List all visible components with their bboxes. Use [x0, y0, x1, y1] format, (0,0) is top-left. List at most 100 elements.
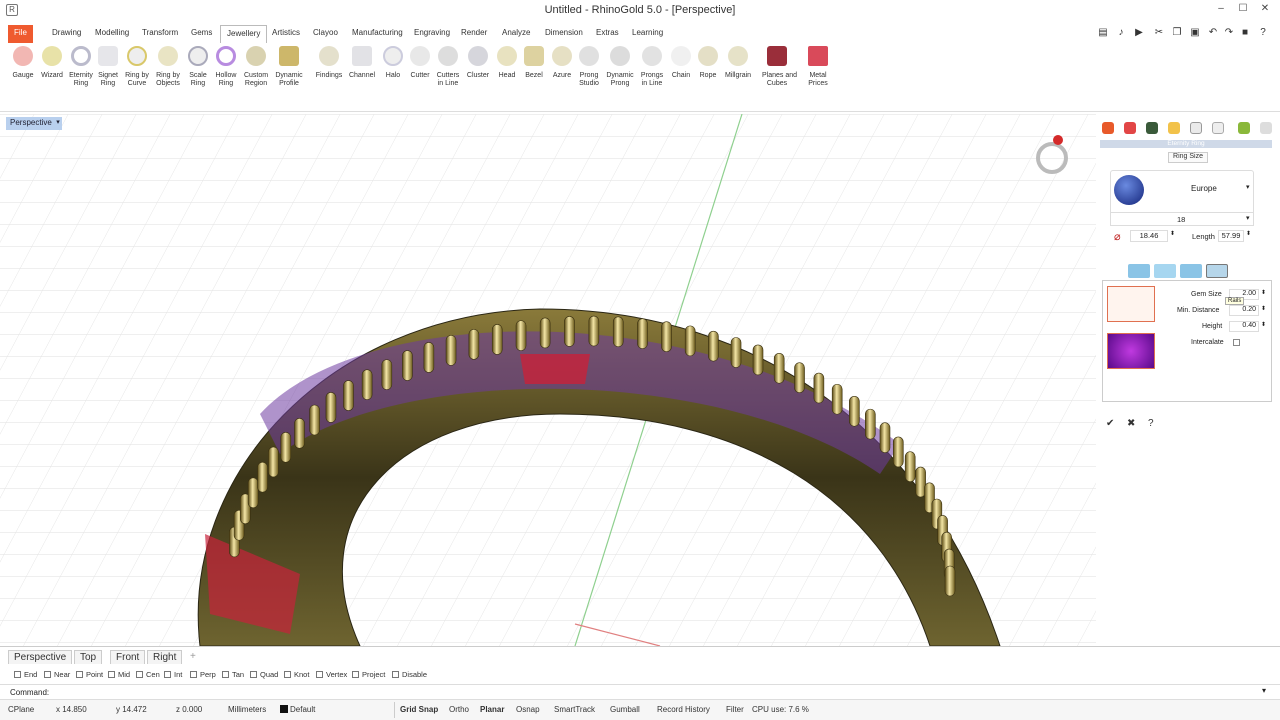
tab-channel-icon[interactable]: [1180, 264, 1202, 278]
osnap-quad[interactable]: Quad: [250, 670, 278, 679]
gem-size-spinner[interactable]: ⬍: [1261, 289, 1266, 296]
rope-button[interactable]: Rope: [693, 46, 723, 94]
height-spinner[interactable]: ⬍: [1261, 321, 1266, 328]
tab-front[interactable]: Front: [110, 650, 146, 664]
cut-icon[interactable]: ✂: [1152, 26, 1166, 40]
osnap-mid[interactable]: Mid: [108, 670, 130, 679]
osnap-end[interactable]: End: [14, 670, 37, 679]
gem-preview-icon[interactable]: [1107, 333, 1155, 369]
chain-button[interactable]: Chain: [666, 46, 696, 94]
osnap-int[interactable]: Int: [164, 670, 182, 679]
tab-learning[interactable]: Learning: [626, 25, 669, 43]
tab-clayoo[interactable]: Clayoo: [307, 25, 344, 43]
dynamic-prong-button[interactable]: Dynamic Prong: [605, 46, 635, 94]
prongs-in-line-button[interactable]: Prongs in Line: [637, 46, 667, 94]
question-icon[interactable]: ?: [1148, 418, 1154, 429]
halo-button[interactable]: Halo: [378, 46, 408, 94]
min-distance-input[interactable]: 0.20: [1229, 305, 1259, 316]
tab-baguette-icon[interactable]: [1154, 264, 1176, 278]
length-spinner[interactable]: ⬍: [1246, 230, 1251, 237]
redo-icon[interactable]: ↷: [1222, 26, 1236, 40]
osnap-project[interactable]: Project: [352, 670, 385, 679]
history-icon[interactable]: [1238, 122, 1250, 134]
tab-file[interactable]: File: [8, 25, 33, 43]
osnap-tan[interactable]: Tan: [222, 670, 244, 679]
tab-artistics[interactable]: Artistics: [266, 25, 306, 43]
custom-region-button[interactable]: Custom Region: [241, 46, 271, 94]
prong-studio-button[interactable]: Prong Studio: [574, 46, 604, 94]
tab-round-gem-icon[interactable]: [1128, 264, 1150, 278]
help-panel-icon[interactable]: [1190, 122, 1202, 134]
rails-preview-icon[interactable]: [1107, 286, 1155, 322]
signet-ring-button[interactable]: Signet Ring: [93, 46, 123, 94]
planar-toggle[interactable]: Planar: [480, 705, 504, 714]
ring-by-curve-button[interactable]: Ring by Curve: [122, 46, 152, 94]
tab-dimension[interactable]: Dimension: [539, 25, 589, 43]
osnap-toggle[interactable]: Osnap: [516, 705, 540, 714]
findings-button[interactable]: Findings: [314, 46, 344, 94]
osnap-knot[interactable]: Knot: [284, 670, 309, 679]
minimize-button[interactable]: –: [1214, 2, 1228, 16]
tab-render[interactable]: Render: [455, 25, 493, 43]
layers-icon[interactable]: [1124, 122, 1136, 134]
microphone-icon[interactable]: ♪: [1114, 26, 1128, 40]
tab-analyze[interactable]: Analyze: [496, 25, 536, 43]
named-views-icon[interactable]: [1212, 122, 1224, 134]
current-layer[interactable]: Default: [290, 705, 315, 714]
intercalate-checkbox[interactable]: [1233, 339, 1240, 346]
osnap-vertex[interactable]: Vertex: [316, 670, 347, 679]
tab-jewellery[interactable]: Jewellery: [220, 25, 268, 43]
units-label[interactable]: Millimeters: [228, 705, 266, 714]
filter-toggle[interactable]: Filter: [726, 705, 744, 714]
undo-icon[interactable]: ↶: [1206, 26, 1220, 40]
viewport-title-button[interactable]: Perspective ▾: [6, 117, 62, 130]
tab-drawing[interactable]: Drawing: [46, 25, 87, 43]
tab-modelling[interactable]: Modelling: [89, 25, 135, 43]
properties-icon[interactable]: [1102, 122, 1114, 134]
video-icon[interactable]: ▶: [1132, 26, 1146, 40]
eternity-ring-button[interactable]: Eternity Ring: [66, 46, 96, 94]
cplane-label[interactable]: CPlane: [8, 705, 34, 714]
chevron-down-icon[interactable]: ▾: [1262, 686, 1266, 695]
length-input[interactable]: 57.99: [1218, 230, 1244, 242]
settings-icon[interactable]: [1260, 122, 1272, 134]
tab-rails-icon[interactable]: [1206, 264, 1228, 278]
close-button[interactable]: ✕: [1258, 2, 1272, 16]
ortho-toggle[interactable]: Ortho: [449, 705, 469, 714]
tab-extras[interactable]: Extras: [590, 25, 625, 43]
min-distance-spinner[interactable]: ⬍: [1261, 305, 1266, 312]
smarttrack-toggle[interactable]: SmartTrack: [554, 705, 595, 714]
dynamic-profile-button[interactable]: Dynamic Profile: [274, 46, 304, 94]
tab-transform[interactable]: Transform: [136, 25, 184, 43]
display-icon[interactable]: [1146, 122, 1158, 134]
grid-snap-toggle[interactable]: Grid Snap: [400, 705, 438, 714]
diameter-spinner[interactable]: ⬍: [1170, 230, 1175, 237]
channel-button[interactable]: Channel: [347, 46, 377, 94]
add-viewport-icon[interactable]: +: [190, 651, 196, 662]
hollow-ring-button[interactable]: Hollow Ring: [211, 46, 241, 94]
osnap-point[interactable]: Point: [76, 670, 103, 679]
azure-button[interactable]: Azure: [547, 46, 577, 94]
lights-icon[interactable]: [1168, 122, 1180, 134]
osnap-near[interactable]: Near: [44, 670, 70, 679]
cluster-button[interactable]: Cluster: [463, 46, 493, 94]
tab-right[interactable]: Right: [147, 650, 183, 664]
metal-prices-button[interactable]: Metal Prices: [803, 46, 833, 94]
cutters-in-line-button[interactable]: Cutters in Line: [433, 46, 463, 94]
record-history-toggle[interactable]: Record History: [657, 705, 710, 714]
tab-top[interactable]: Top: [74, 650, 103, 664]
maximize-button[interactable]: ☐: [1236, 2, 1250, 16]
tab-gems[interactable]: Gems: [185, 25, 218, 43]
help-icon[interactable]: ?: [1256, 26, 1270, 40]
command-line[interactable]: Command: ▾: [0, 684, 1280, 700]
osnap-disable[interactable]: Disable: [392, 670, 427, 679]
ok-icon[interactable]: ✔: [1106, 418, 1114, 429]
save-icon[interactable]: ■: [1238, 26, 1252, 40]
cutter-button[interactable]: Cutter: [405, 46, 435, 94]
tab-perspective[interactable]: Perspective: [8, 650, 73, 664]
print-icon[interactable]: ▤: [1096, 26, 1110, 40]
size-dropdown[interactable]: 18 ▾: [1110, 212, 1254, 226]
head-button[interactable]: Head: [492, 46, 522, 94]
paste-icon[interactable]: ▣: [1188, 26, 1202, 40]
osnap-cen[interactable]: Cen: [136, 670, 160, 679]
